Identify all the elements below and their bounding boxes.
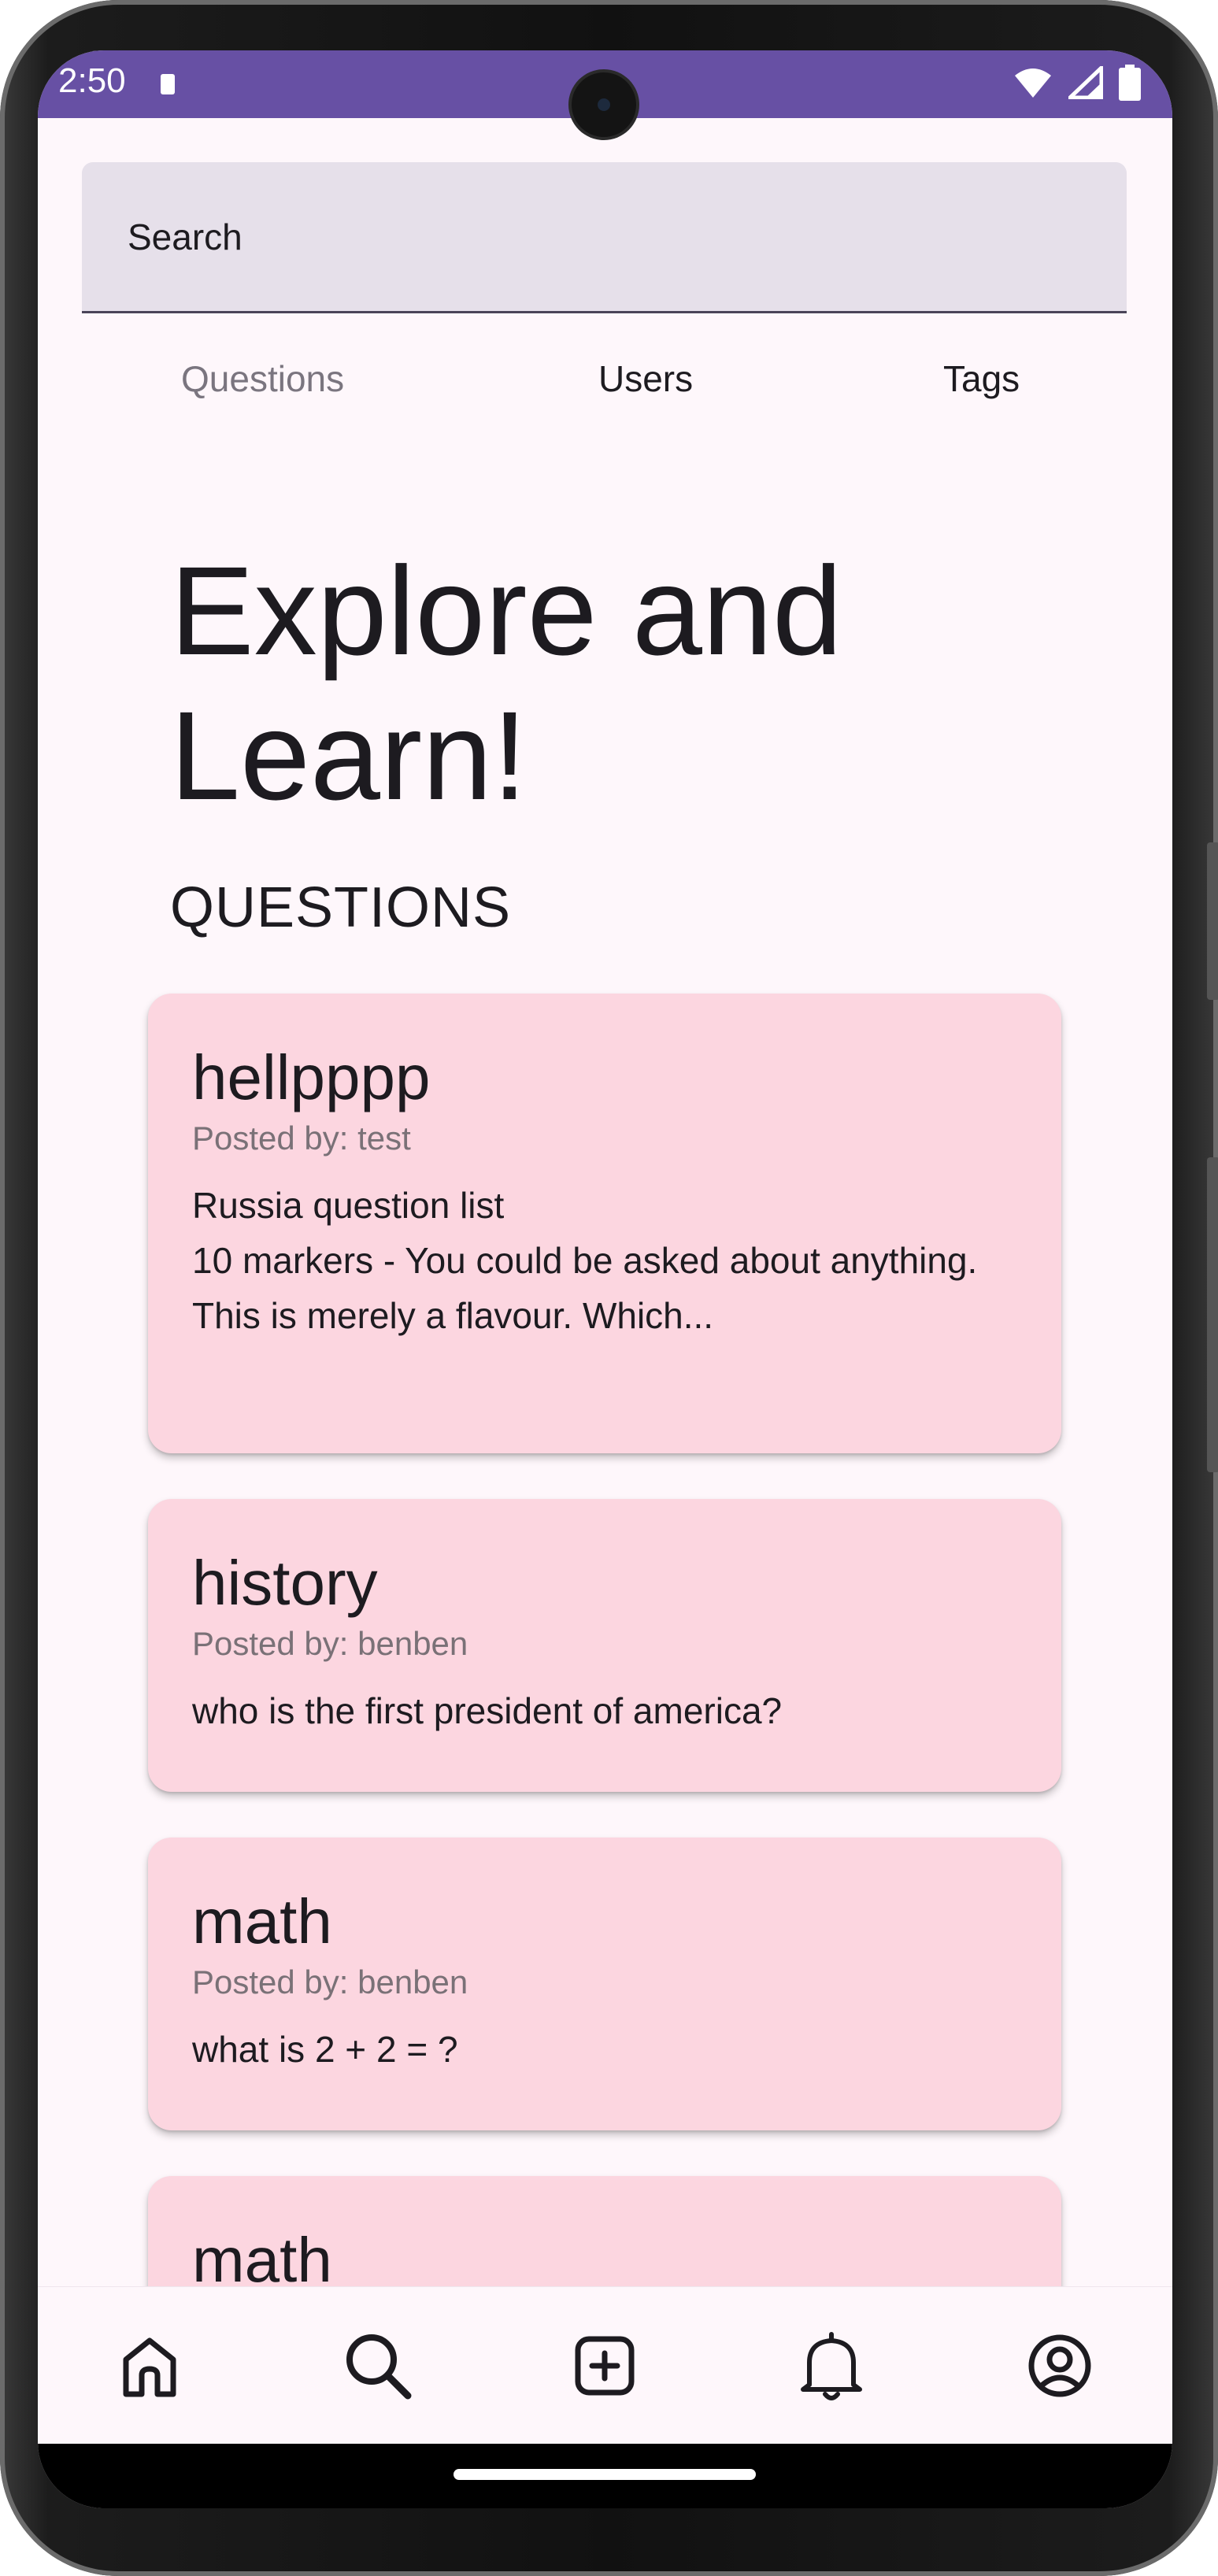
home-icon [123,2337,176,2397]
add-box-icon [575,2336,635,2396]
search-field[interactable] [82,162,1127,313]
nav-add[interactable] [567,2328,642,2404]
nav-profile[interactable] [1022,2328,1098,2404]
status-bar: 2:50 [38,50,1172,137]
tab-questions[interactable]: Questions [181,357,344,400]
gesture-bar-area [38,2444,1172,2508]
phone-frame: 2:50 Questions Users Tags [0,0,1218,2576]
page-title: Explore and Learn! [170,540,842,826]
bell-icon [801,2332,862,2400]
question-title: hellpppp [192,1042,431,1112]
nav-notifications[interactable] [794,2328,869,2404]
notification-icon [161,74,175,94]
bottom-navigation [38,2286,1172,2445]
question-body: who is the first president of america? [192,1690,783,1731]
power-button [1207,1157,1218,1472]
search-input[interactable] [126,213,1074,261]
section-heading: QUESTIONS [170,876,512,939]
screen: 2:50 Questions Users Tags [38,50,1172,2508]
question-author: Posted by: benben [192,1625,468,1662]
status-time: 2:50 [58,61,126,100]
status-icons [1013,65,1141,101]
question-card[interactable]: math Posted by: benben what is 2 + 2 = ? [148,1838,1061,2130]
nav-home[interactable] [112,2328,187,2404]
volume-button [1207,842,1218,1000]
question-card[interactable]: hellpppp Posted by: test Russia question… [148,994,1061,1453]
battery-icon [1119,65,1141,101]
account-icon [1028,2334,1091,2397]
wifi-icon [1015,68,1051,98]
question-card[interactable]: history Posted by: benben who is the fir… [148,1499,1061,1792]
question-author: Posted by: benben [192,1963,468,2000]
question-title: math [192,1886,332,1956]
signal-icon [1068,66,1103,99]
question-title: history [192,1548,378,1618]
question-body: what is 2 + 2 = ? [192,2029,458,2070]
question-body: Russia question list 10 markers - You co… [192,1185,978,1336]
home-indicator[interactable] [454,2469,756,2480]
tab-users[interactable]: Users [598,357,693,400]
question-author: Posted by: test [192,1120,411,1157]
question-title: math [192,2225,332,2295]
nav-search[interactable] [340,2328,416,2404]
search-icon [346,2334,412,2400]
tab-tags[interactable]: Tags [943,357,1020,400]
front-camera [572,72,636,137]
